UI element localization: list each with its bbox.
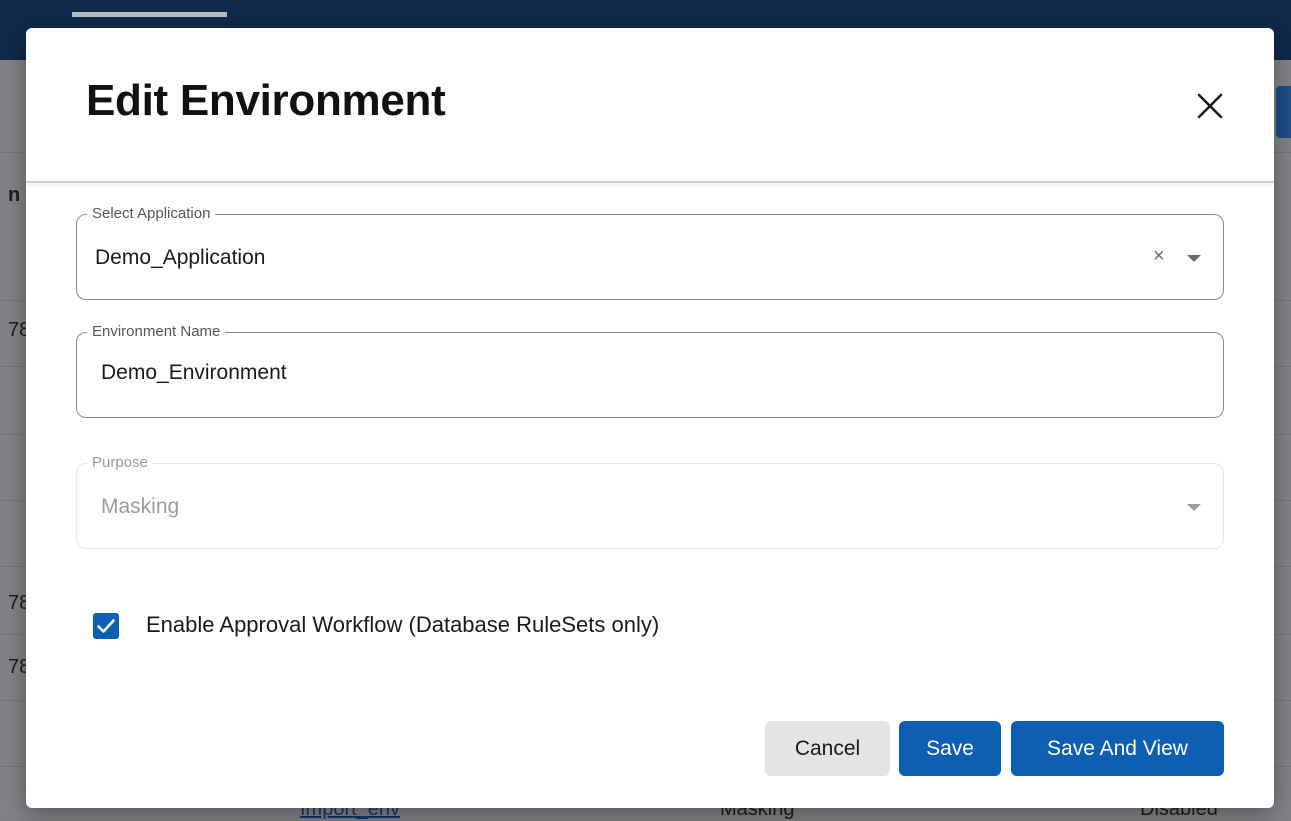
clear-selection-icon[interactable]: × bbox=[1153, 245, 1165, 267]
edit-environment-dialog: Edit Environment Select Application Demo… bbox=[26, 28, 1274, 808]
environment-name-value: Demo_Environment bbox=[101, 361, 287, 384]
select-application-value: Demo_Application bbox=[95, 246, 266, 269]
active-tab-indicator bbox=[72, 12, 227, 17]
column-header-fragment: n bbox=[8, 184, 21, 206]
purpose-value: Masking bbox=[101, 495, 180, 518]
purpose-dropdown: Purpose Masking bbox=[76, 454, 1224, 549]
dialog-header: Edit Environment bbox=[26, 28, 1274, 183]
background-add-button[interactable] bbox=[1276, 86, 1291, 138]
save-button[interactable]: Save bbox=[899, 721, 1001, 776]
save-and-view-button[interactable]: Save And View bbox=[1011, 721, 1224, 776]
approval-workflow-label[interactable]: Enable Approval Workflow (Database RuleS… bbox=[146, 612, 659, 638]
environment-name-field[interactable]: Environment Name Demo_Environment bbox=[76, 323, 1224, 418]
environment-name-label: Environment Name bbox=[87, 323, 226, 341]
select-application-dropdown[interactable]: Select Application Demo_Application × bbox=[76, 205, 1224, 300]
cancel-button[interactable]: Cancel bbox=[765, 721, 890, 776]
approval-workflow-checkbox[interactable] bbox=[93, 613, 119, 639]
dialog-title: Edit Environment bbox=[86, 76, 446, 125]
purpose-label: Purpose bbox=[87, 454, 153, 472]
checkmark-icon bbox=[97, 619, 115, 633]
select-application-label: Select Application bbox=[87, 205, 216, 223]
chevron-down-icon[interactable] bbox=[1187, 255, 1201, 262]
close-icon[interactable] bbox=[1190, 86, 1230, 126]
chevron-down-icon bbox=[1187, 504, 1201, 511]
